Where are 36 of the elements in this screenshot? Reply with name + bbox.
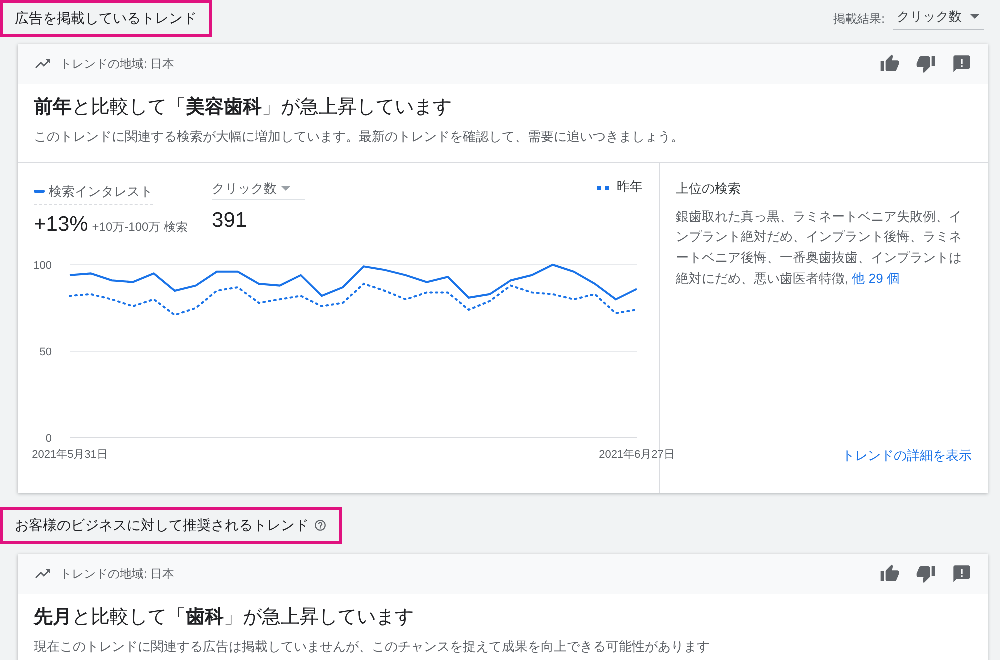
axis-label: 100 [34, 260, 52, 272]
panel-title: 上位の検索 [676, 180, 742, 198]
legend-label: 昨年 [617, 178, 643, 196]
axis-label: 50 [40, 346, 52, 358]
trend-description: このトレンドに関連する検索が大幅に増加しています。最新のトレンドを確認して、需要に追いつきましょう。 [34, 128, 685, 146]
thumbs-up-icon[interactable] [880, 564, 900, 584]
help-icon[interactable] [314, 519, 327, 532]
thumbs-down-icon[interactable] [916, 564, 936, 584]
legend-dots-icon [597, 186, 609, 190]
thumbs-down-icon[interactable] [916, 54, 936, 74]
region-label: トレンドの地域: 日本 [60, 56, 175, 73]
thumbs-up-icon[interactable] [880, 54, 900, 74]
feedback-icon[interactable] [952, 564, 972, 584]
more-link[interactable]: 他 29 個 [852, 270, 900, 286]
legend-label: 検索インタレスト [49, 182, 153, 201]
details-link[interactable]: トレンドの詳細を表示 [842, 446, 972, 465]
metric-detail: +10万-100万 検索 [92, 219, 188, 236]
top-searches-text: 銀歯取れた真っ黒、ラミネートベニア失敗例、インプラント絶対だめ、インプラント後悔、ラミネートベニア後悔、一番奥歯抜歯、インプラントは絶対にだめ、悪い歯医者特徴, 他 29 個 [676, 208, 963, 288]
filter-label: 掲載結果: [834, 10, 885, 28]
trend-headline: 前年と比較して「美容歯科」が急上昇しています [34, 95, 453, 120]
trend-headline: 先月と比較して「歯科」が急上昇しています [34, 606, 415, 630]
section-title: 広告を掲載しているトレンド [0, 0, 212, 37]
legend-line-icon [34, 190, 45, 193]
axis-label: 2021年6月27日 [599, 448, 675, 461]
metric-value: 391 [212, 208, 248, 234]
section-title: お客様のビジネスに対して推奨されるトレンド [15, 516, 309, 535]
axis-label: 0 [46, 432, 52, 445]
region-label: トレンドの地域: 日本 [60, 566, 175, 583]
caret-icon [970, 14, 980, 19]
axis-label: 2021年5月31日 [32, 448, 108, 461]
metric-value: +13% [34, 212, 88, 238]
trend-description: 現在このトレンドに関連する広告は掲載していませんが、このチャンスを捉えて成果を向上できる可能性があります [34, 638, 711, 656]
metric-dropdown[interactable]: クリック数 [212, 179, 306, 200]
results-dropdown[interactable]: クリック数 [893, 6, 984, 30]
feedback-icon[interactable] [952, 54, 972, 74]
caret-icon [281, 186, 292, 192]
